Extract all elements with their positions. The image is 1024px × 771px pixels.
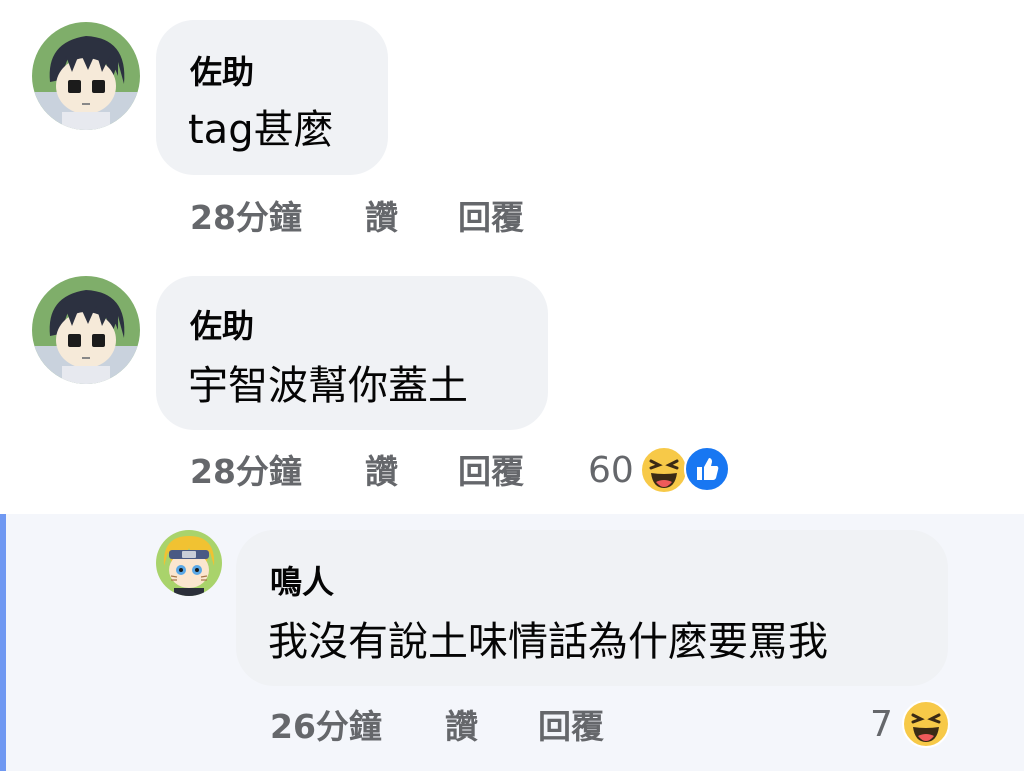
sasuke-avatar-icon xyxy=(32,276,140,384)
avatar[interactable] xyxy=(32,276,140,384)
comment-text: tag甚麼 xyxy=(188,107,334,153)
reply-highlight-bar xyxy=(0,514,6,771)
like-icon[interactable] xyxy=(684,446,730,492)
like-button[interactable]: 讚 xyxy=(445,707,478,747)
haha-icon[interactable] xyxy=(902,700,950,748)
comment-author[interactable]: 佐助 xyxy=(190,306,254,346)
comment-text: 宇智波幫你蓋土 xyxy=(188,363,468,409)
reply-text: 我沒有說土味情話為什麼要罵我 xyxy=(268,619,828,665)
like-button[interactable]: 讚 xyxy=(365,198,398,238)
reply-button[interactable]: 回覆 xyxy=(458,198,524,238)
reaction-count[interactable]: 60 xyxy=(588,451,634,491)
reply-author[interactable]: 鳴人 xyxy=(270,562,334,602)
comment-bubble: 佐助 tag甚麼 xyxy=(156,20,388,175)
like-button[interactable]: 讚 xyxy=(365,452,398,492)
reply-timestamp[interactable]: 26分鐘 xyxy=(270,707,382,747)
reaction-count[interactable]: 7 xyxy=(870,705,893,745)
reply-button[interactable]: 回覆 xyxy=(538,707,604,747)
comment-author[interactable]: 佐助 xyxy=(190,52,254,92)
avatar[interactable] xyxy=(32,22,140,130)
avatar[interactable] xyxy=(156,530,222,596)
comment-bubble: 佐助 宇智波幫你蓋土 xyxy=(156,276,548,430)
comment-timestamp[interactable]: 28分鐘 xyxy=(190,452,302,492)
reply-button[interactable]: 回覆 xyxy=(458,452,524,492)
sasuke-avatar-icon xyxy=(32,22,140,130)
naruto-avatar-icon xyxy=(156,530,222,596)
reply-bubble: 鳴人 我沒有說土味情話為什麼要罵我 xyxy=(236,530,948,686)
comment-timestamp[interactable]: 28分鐘 xyxy=(190,198,302,238)
haha-icon[interactable] xyxy=(640,446,688,494)
